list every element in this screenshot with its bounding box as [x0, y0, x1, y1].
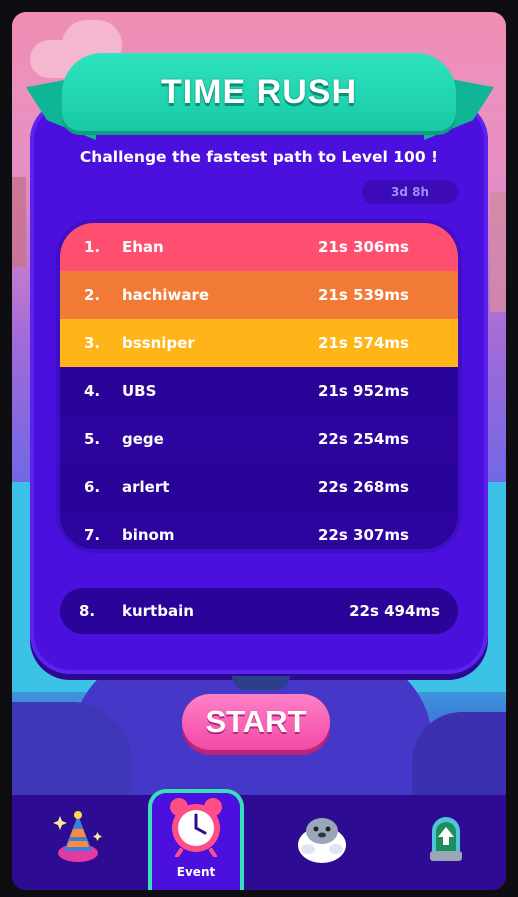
- seal-mascot-icon: [298, 818, 346, 863]
- leaderboard-row: 7. binom 22s 307ms: [60, 511, 458, 549]
- row-time: 21s 306ms: [318, 238, 409, 256]
- alarm-clock-icon: [170, 798, 222, 857]
- my-rank-row: 8. kurtbain 22s 494ms: [60, 588, 458, 634]
- row-time: 22s 268ms: [318, 478, 409, 496]
- row-player-name: gege: [122, 430, 164, 448]
- background-building: [490, 192, 506, 312]
- row-time: 21s 574ms: [318, 334, 409, 352]
- row-player-name: Ehan: [122, 238, 164, 256]
- party-hat-icon: [53, 811, 102, 862]
- row-rank: 5.: [84, 430, 101, 448]
- nav-tab-event-label: Event: [176, 865, 216, 879]
- title-ribbon: TIME RUSH: [62, 53, 456, 131]
- leaderboard-row: 6. arlert 22s 268ms: [60, 463, 458, 511]
- row-time: 22s 307ms: [318, 526, 409, 544]
- row-time: 22s 254ms: [318, 430, 409, 448]
- event-title: TIME RUSH: [161, 72, 357, 111]
- event-subtitle: Challenge the fastest path to Level 100 …: [79, 148, 439, 166]
- bottom-nav: Event: [12, 789, 506, 890]
- nav-tab-party[interactable]: [30, 795, 126, 890]
- leaderboard[interactable]: 1. Ehan 21s 306ms 2. hachiware 21s 539ms…: [60, 223, 458, 549]
- row-rank: 3.: [84, 334, 101, 352]
- event-timer-badge: 3d 8h: [362, 180, 458, 204]
- row-rank: 1.: [84, 238, 101, 256]
- row-player-name: UBS: [122, 382, 157, 400]
- leaderboard-row: 5. gege 22s 254ms: [60, 415, 458, 463]
- leaderboard-row: 4. UBS 21s 952ms: [60, 367, 458, 415]
- my-rank: 8.: [79, 602, 96, 620]
- leaderboard-row: 3. bssniper 21s 574ms: [60, 319, 458, 367]
- row-player-name: arlert: [122, 478, 170, 496]
- leaderboard-row: 2. hachiware 21s 539ms: [60, 271, 458, 319]
- nav-tab-pet[interactable]: [274, 795, 370, 890]
- row-player-name: hachiware: [122, 286, 210, 304]
- leaderboard-row: 1. Ehan 21s 306ms: [60, 223, 458, 271]
- start-button[interactable]: START: [182, 694, 330, 750]
- upgrade-arrow-icon: [430, 817, 462, 861]
- row-player-name: binom: [122, 526, 175, 544]
- row-time: 21s 952ms: [318, 382, 409, 400]
- nav-tab-upgrade[interactable]: [398, 795, 494, 890]
- nav-tab-event[interactable]: Event: [148, 789, 244, 890]
- start-button-label: START: [205, 704, 307, 739]
- my-player-name: kurtbain: [122, 602, 194, 620]
- event-timer-text: 3d 8h: [390, 185, 429, 199]
- row-rank: 4.: [84, 382, 101, 400]
- row-rank: 6.: [84, 478, 101, 496]
- character-feet: [232, 676, 290, 690]
- my-time: 22s 494ms: [349, 602, 440, 620]
- row-rank: 2.: [84, 286, 101, 304]
- row-player-name: bssniper: [122, 334, 195, 352]
- background-building: [12, 177, 26, 267]
- row-time: 21s 539ms: [318, 286, 409, 304]
